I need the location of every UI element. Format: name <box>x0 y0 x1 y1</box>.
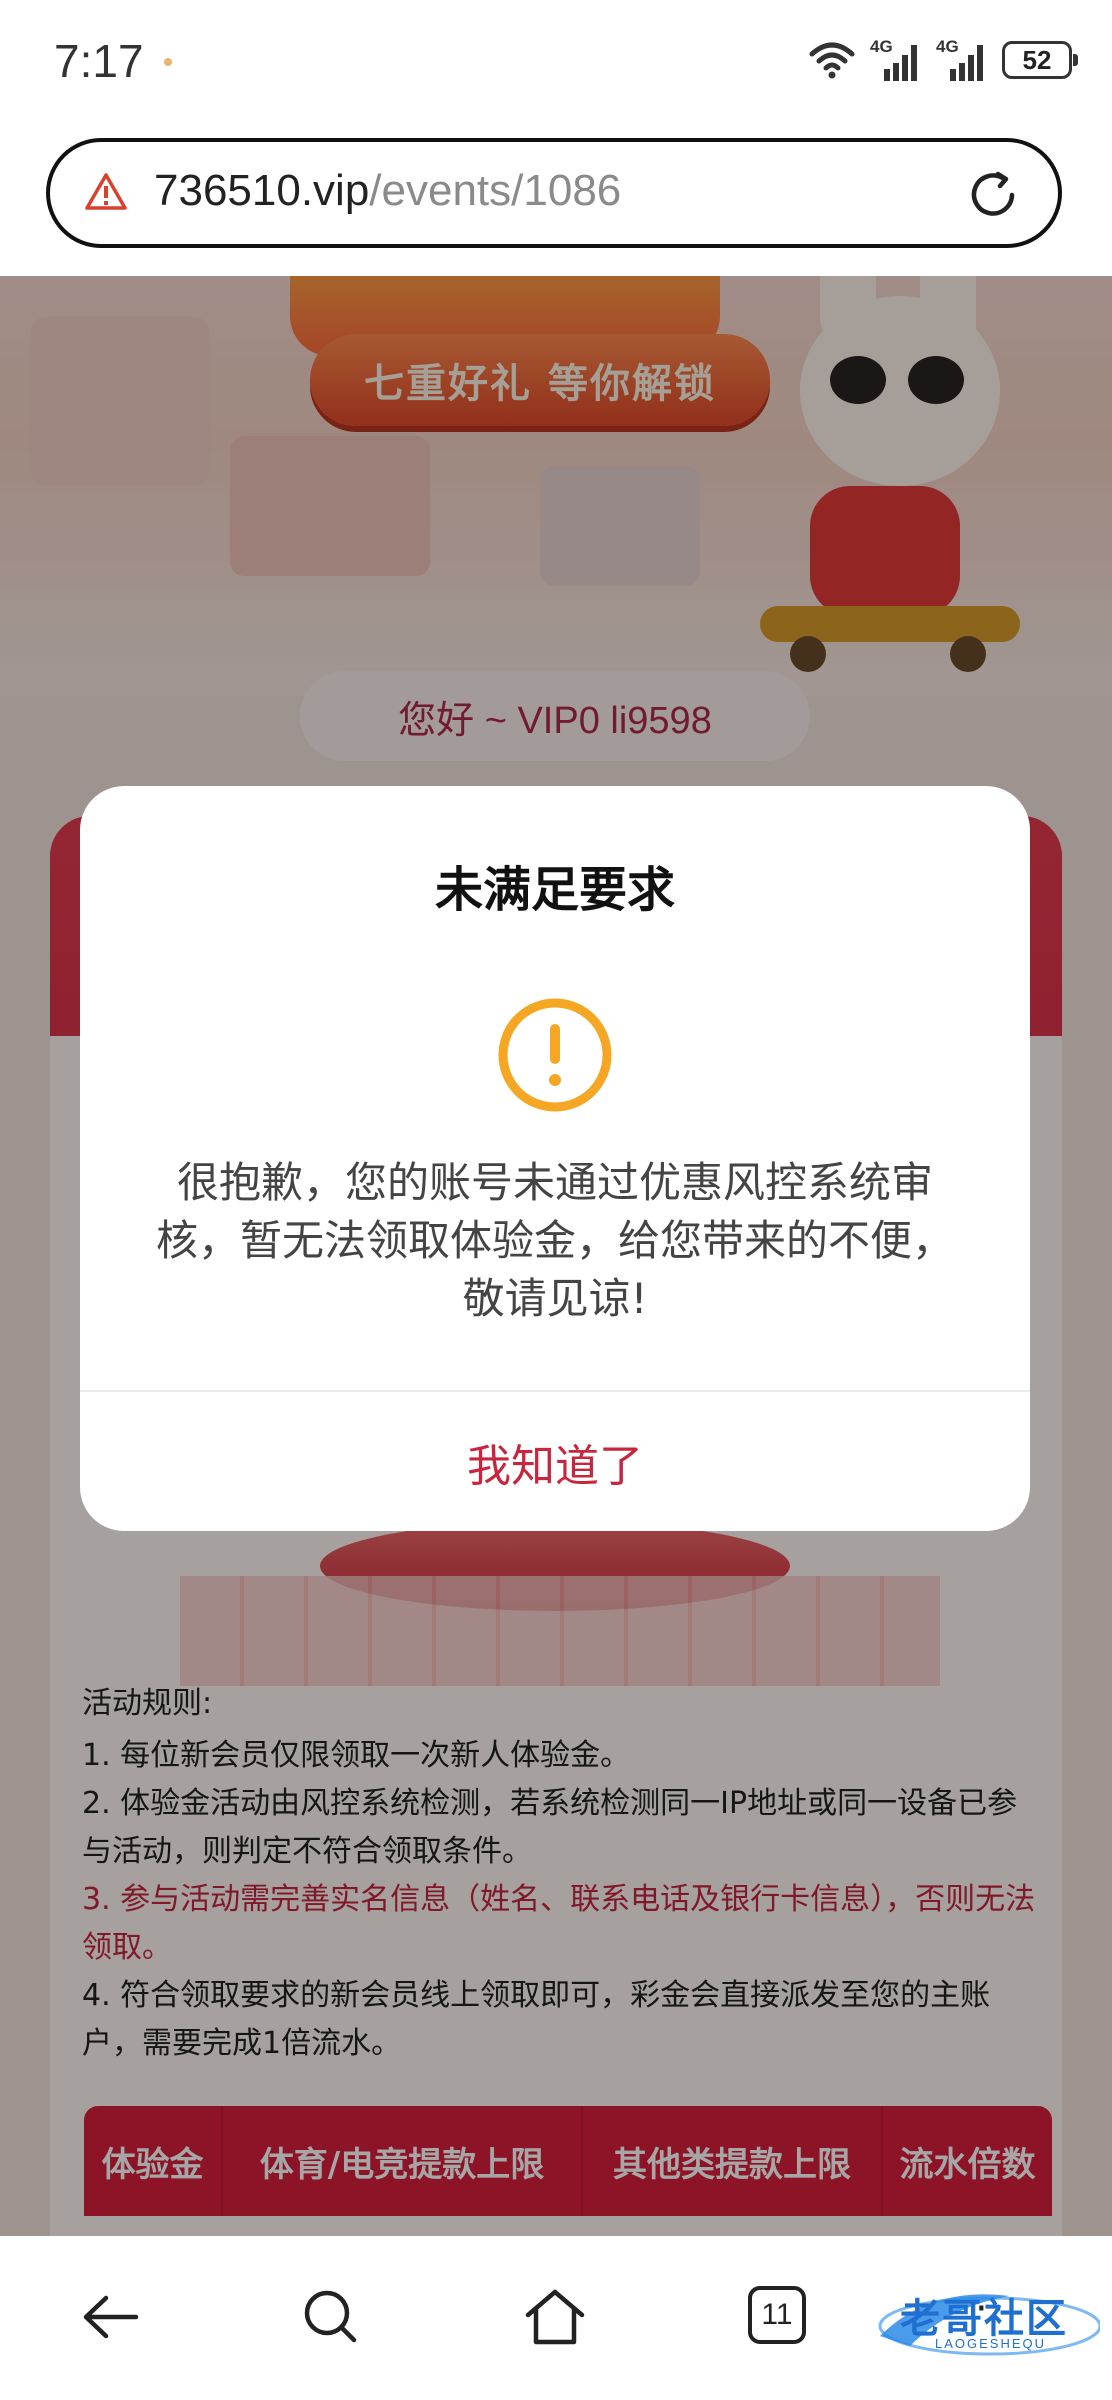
dialog-message: 很抱歉，您的账号未通过优惠风控系统审核，暂无法领取体验金，给您带来的不便，敬请见… <box>155 1158 954 1323</box>
notification-dot <box>164 58 172 66</box>
url-path: /events/1086 <box>369 166 622 215</box>
home-icon[interactable] <box>520 2282 590 2352</box>
signal-bars-icon <box>950 45 983 81</box>
dialog-title: 未满足要求 <box>434 862 675 918</box>
system-icons: 4G 4G 52 <box>808 36 1078 84</box>
tab-count: 11 <box>761 2298 793 2331</box>
search-icon[interactable] <box>296 2282 366 2352</box>
signal-2: 4G <box>936 37 988 81</box>
browser-toolbar: 736510.vip/events/1086 <box>0 130 1112 276</box>
watermark-subtext: LAOGESHEQU <box>935 2336 1047 2351</box>
browser-bottom-nav: 11 ·· 老哥社区 LAOGESHEQU <box>0 2236 1112 2400</box>
signal-1: 4G <box>870 37 922 81</box>
exclamation-circle-icon <box>498 998 612 1112</box>
battery-indicator: 52 <box>1002 41 1078 79</box>
status-time: 7:17 <box>54 35 144 87</box>
warning-triangle-icon[interactable] <box>84 172 128 212</box>
back-arrow-icon[interactable] <box>76 2282 146 2352</box>
address-bar[interactable]: 736510.vip/events/1086 <box>46 138 1062 248</box>
wifi-icon <box>809 42 855 79</box>
requirement-not-met-dialog: 未满足要求 很抱歉，您的账号未通过优惠风控系统审核，暂无法领取体验金，给您带来的… <box>80 786 1030 1531</box>
battery-level: 52 <box>1022 44 1052 75</box>
reload-icon[interactable] <box>964 166 1022 224</box>
url-text[interactable]: 736510.vip/events/1086 <box>154 166 621 216</box>
status-bar: 7:17 4G 4G 52 <box>0 0 1112 130</box>
acknowledge-button[interactable]: 我知道了 <box>80 1392 1030 1531</box>
url-host: 736510.vip <box>154 166 370 215</box>
signal-bars-icon <box>884 45 917 81</box>
tab-switcher-button[interactable]: 11 <box>748 2286 806 2344</box>
